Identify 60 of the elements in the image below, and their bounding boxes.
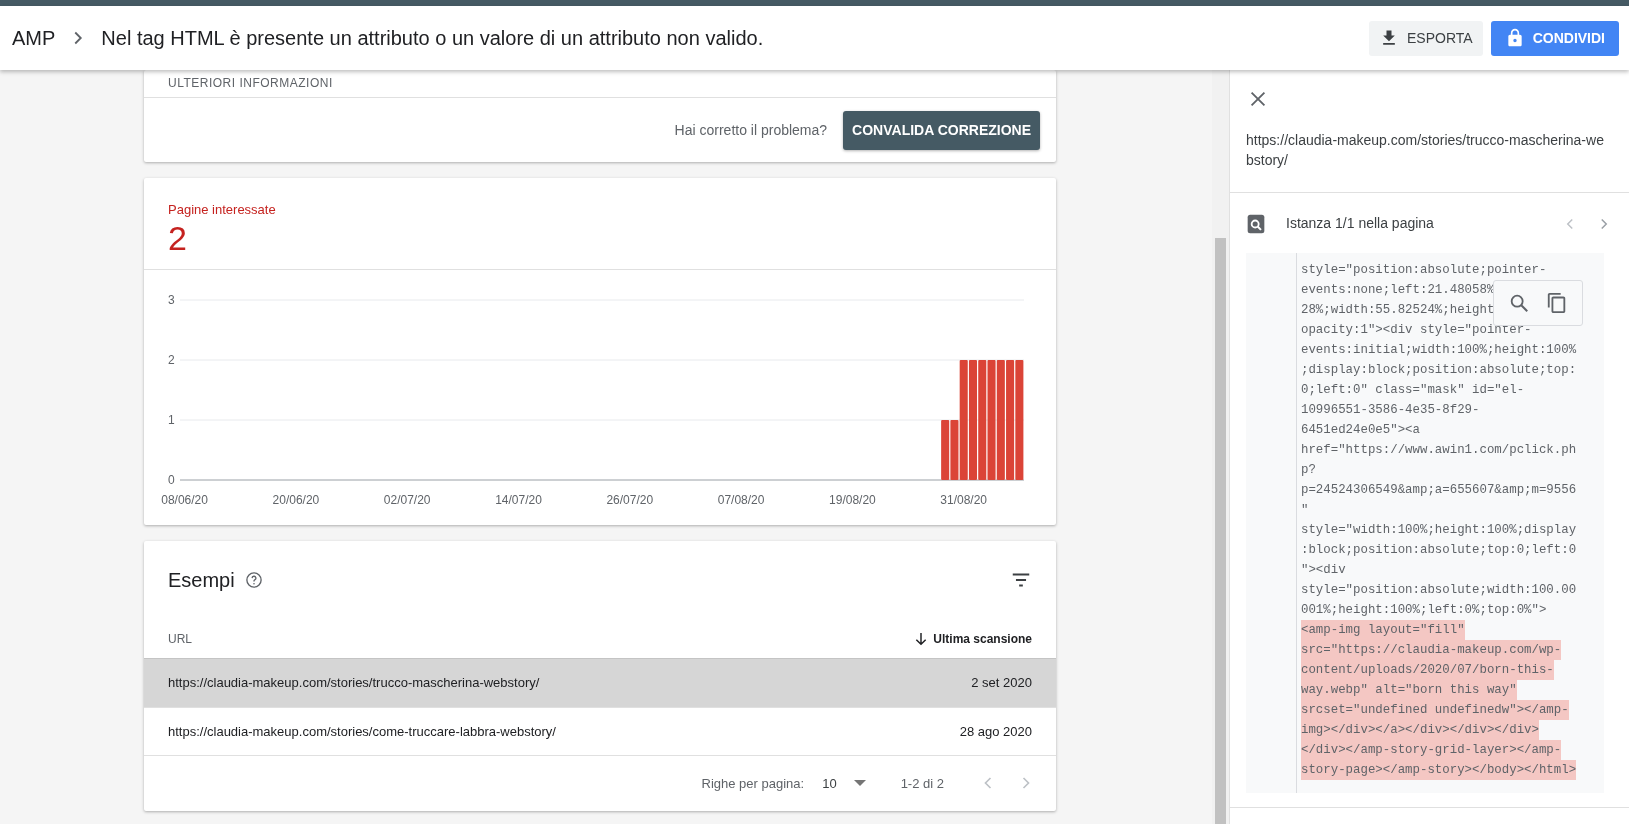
page-range: 1-2 di 2 bbox=[900, 774, 944, 793]
x-tick-label: 20/06/20 bbox=[272, 492, 320, 507]
search-icon[interactable] bbox=[1508, 292, 1530, 314]
validate-fix-button[interactable]: CONVALIDA CORREZIONE bbox=[843, 111, 1040, 150]
card-title: Esempi bbox=[168, 567, 235, 593]
code-line: events:none;left:21.48058% bbox=[1301, 282, 1495, 299]
code-line: style="position:absolute;pointer- bbox=[1301, 262, 1547, 279]
section-label: ULTERIORI INFORMAZIONI bbox=[144, 70, 1056, 98]
rows-per-page-label: Righe per pagina: bbox=[701, 774, 805, 793]
url-cell-text: https://claudia-makeup.com/stories/trucco-mascherina-webstory/ bbox=[168, 674, 540, 693]
code-line: events:initial;width:100%;height:100% bbox=[1301, 342, 1577, 359]
bar bbox=[941, 419, 950, 480]
page-url: https://claudia-makeup.com/stories/trucco-mascherina-webstory/ bbox=[1230, 110, 1629, 193]
x-tick-label: 14/07/20 bbox=[495, 492, 542, 507]
code-line: style="position:absolute;width:100.00 bbox=[1301, 582, 1577, 599]
table-row[interactable]: https://claudia-makeup.com/stories/trucco-mascherina-webstory/ 2 set 2020 bbox=[144, 658, 1056, 707]
code-line: 6451ed24e0e5"><a bbox=[1301, 422, 1420, 439]
x-tick-label: 31/08/20 bbox=[940, 492, 988, 507]
export-button[interactable]: ESPORTA bbox=[1369, 20, 1483, 56]
url-cell-text: https://claudia-makeup.com/stories/come-truccare-labbra-webstory/ bbox=[168, 722, 556, 741]
table-row[interactable]: https://claudia-makeup.com/stories/come-truccare-labbra-webstory/ 28 ago 2020 bbox=[144, 706, 1056, 755]
breadcrumb-link[interactable]: AMP bbox=[12, 23, 56, 53]
x-tick-label: 08/06/20 bbox=[161, 492, 208, 507]
page-title: Nel tag HTML è presente un attributo o un valore di un attributo non valido. bbox=[101, 26, 764, 51]
code-line: opacity:1"><div style="pointer- bbox=[1301, 322, 1532, 339]
code-line: :block;position:absolute;top:0;left:0 bbox=[1301, 542, 1577, 559]
help-icon[interactable] bbox=[244, 570, 263, 589]
share-button[interactable]: CONDIVIDI bbox=[1490, 20, 1619, 56]
y-tick-label: 1 bbox=[168, 412, 175, 427]
y-tick-label: 2 bbox=[168, 352, 175, 367]
code-line: "><div bbox=[1301, 562, 1346, 579]
x-tick-label: 07/08/20 bbox=[717, 492, 765, 507]
rows-per-page-dropdown[interactable]: 10 bbox=[822, 773, 867, 794]
y-tick-label: 0 bbox=[168, 472, 175, 487]
metric-label: Pagine interessate bbox=[168, 201, 277, 219]
code-line: 001%;height:100%;left:0%;top:0%"> bbox=[1301, 602, 1547, 619]
copy-icon[interactable] bbox=[1546, 292, 1568, 314]
x-tick-label: 02/07/20 bbox=[383, 492, 431, 507]
date-cell-text: 2 set 2020 bbox=[971, 674, 1032, 693]
instance-label: Istanza 1/1 nella pagina bbox=[1286, 214, 1434, 233]
question-text: Hai corretto il problema? bbox=[674, 121, 828, 140]
code-line: ;display:block;position:absolute;top: bbox=[1301, 362, 1577, 379]
code-line: href="https://www.awin1.com/pclick.ph bbox=[1301, 442, 1577, 459]
code-line: style="width:100%;height:100%;display bbox=[1301, 522, 1577, 539]
y-tick-label: 3 bbox=[168, 292, 175, 307]
code-line: p? bbox=[1301, 462, 1316, 479]
date-cell-text: 28 ago 2020 bbox=[959, 722, 1032, 741]
code-line: p=24524306549&amp;a=655607&amp;m=9556 bbox=[1301, 482, 1577, 499]
code-line: 28%;width:55.82524%;height bbox=[1301, 302, 1495, 319]
x-tick-label: 19/08/20 bbox=[829, 492, 876, 507]
column-header[interactable]: URL bbox=[168, 630, 192, 649]
metric-value: 2 bbox=[168, 219, 188, 257]
code-line: " bbox=[1301, 502, 1309, 519]
scrollbar-thumb[interactable] bbox=[1215, 238, 1226, 824]
code-line: 10996551-3586-4e35-8f29- bbox=[1301, 402, 1480, 419]
search-in-page-icon bbox=[1246, 213, 1266, 234]
x-tick-label: 26/07/20 bbox=[606, 492, 654, 507]
column-header[interactable]: Ultima scansione bbox=[933, 630, 1032, 649]
dropdown-caret-icon bbox=[852, 779, 867, 788]
code-line: 0;left:0" class="mask" id="el- bbox=[1301, 382, 1525, 399]
